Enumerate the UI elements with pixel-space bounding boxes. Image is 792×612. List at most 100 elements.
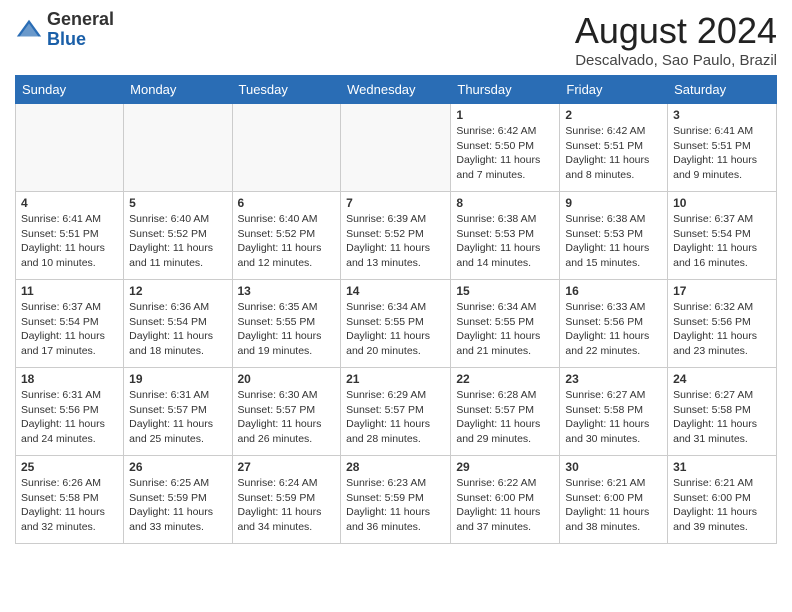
day-info-line: and 17 minutes. xyxy=(21,345,96,357)
day-info-line: Sunset: 5:56 PM xyxy=(21,404,99,416)
day-info: Sunrise: 6:31 AMSunset: 5:57 PMDaylight:… xyxy=(129,388,226,447)
day-info-line: Sunset: 5:52 PM xyxy=(129,228,207,240)
weekday-header-saturday: Saturday xyxy=(668,76,777,104)
day-info-line: Sunrise: 6:36 AM xyxy=(129,301,209,313)
day-info-line: Sunset: 5:59 PM xyxy=(238,492,316,504)
day-info-line: and 9 minutes. xyxy=(673,169,742,181)
calendar-cell: 11Sunrise: 6:37 AMSunset: 5:54 PMDayligh… xyxy=(16,280,124,368)
day-info-line: and 19 minutes. xyxy=(238,345,313,357)
day-info-line: Sunrise: 6:23 AM xyxy=(346,477,426,489)
day-info-line: Daylight: 11 hours xyxy=(238,506,322,518)
day-info-line: and 30 minutes. xyxy=(565,433,640,445)
calendar-cell: 6Sunrise: 6:40 AMSunset: 5:52 PMDaylight… xyxy=(232,192,341,280)
day-info-line: Sunrise: 6:34 AM xyxy=(346,301,426,313)
day-number: 2 xyxy=(565,108,662,122)
day-info-line: Daylight: 11 hours xyxy=(456,154,540,166)
day-info-line: Daylight: 11 hours xyxy=(673,154,757,166)
calendar-cell: 18Sunrise: 6:31 AMSunset: 5:56 PMDayligh… xyxy=(16,368,124,456)
calendar-cell: 19 Sunrise: 6:31 AMSunset: 5:57 PMDayligh… xyxy=(124,368,232,456)
weekday-header-friday: Friday xyxy=(560,76,668,104)
calendar-cell: 15Sunrise: 6:34 AMSunset: 5:55 PMDayligh… xyxy=(451,280,560,368)
day-info: Sunrise: 6:23 AMSunset: 5:59 PMDaylight:… xyxy=(346,476,445,535)
day-info-line: Daylight: 11 hours xyxy=(346,330,430,342)
day-info: Sunrise: 6:36 AMSunset: 5:54 PMDaylight:… xyxy=(129,300,226,359)
day-info-line: Sunset: 6:00 PM xyxy=(565,492,643,504)
day-info-line: Sunrise: 6:38 AM xyxy=(456,213,536,225)
day-info-line: Sunset: 5:50 PM xyxy=(456,140,534,152)
calendar-cell xyxy=(341,104,451,192)
day-info-line: Sunset: 5:52 PM xyxy=(346,228,424,240)
calendar-cell: 8Sunrise: 6:38 AMSunset: 5:53 PMDaylight… xyxy=(451,192,560,280)
day-info-line: and 10 minutes. xyxy=(21,257,96,269)
day-info-line: and 24 minutes. xyxy=(21,433,96,445)
calendar-cell: 25Sunrise: 6:26 AMSunset: 5:58 PMDayligh… xyxy=(16,456,124,544)
day-number: 31 xyxy=(673,460,771,474)
day-info: Sunrise: 6:34 AM Sunset: 5:55 PM Daylight:… xyxy=(346,300,445,359)
day-info-line: Sunrise: 6:37 AM xyxy=(673,213,753,225)
day-info-line: Sunset: 5:55 PM xyxy=(346,316,424,328)
day-info-line: Sunrise: 6:37 AM xyxy=(21,301,101,313)
logo: General Blue xyxy=(15,10,114,50)
weekday-header-thursday: Thursday xyxy=(451,76,560,104)
calendar-cell xyxy=(232,104,341,192)
calendar-cell: 31Sunrise: 6:21 AMSunset: 6:00 PMDayligh… xyxy=(668,456,777,544)
day-info-line: Sunset: 5:51 PM xyxy=(565,140,643,152)
day-info-line: Daylight: 11 hours xyxy=(21,242,105,254)
day-info: Sunrise: 6:22 AMSunset: 6:00 PMDaylight:… xyxy=(456,476,554,535)
day-info-line: Sunset: 5:57 PM xyxy=(238,404,316,416)
calendar-cell: 26Sunrise: 6:25 AMSunset: 5:59 PMDayligh… xyxy=(124,456,232,544)
calendar-cell: 1 Sunrise: 6:42 AM Sunset: 5:50 PM Daylight… xyxy=(451,104,560,192)
day-info-line: and 36 minutes. xyxy=(346,521,421,533)
day-info: Sunrise: 6:33 AMSunset: 5:56 PMDaylight:… xyxy=(565,300,662,359)
calendar-cell: 17Sunrise: 6:32 AMSunset: 5:56 PMDayligh… xyxy=(668,280,777,368)
day-info-line: Sunrise: 6:42 AM xyxy=(456,125,536,137)
week-row-2: 4Sunrise: 6:41 AMSunset: 5:51 PMDaylight… xyxy=(16,192,777,280)
day-info-line: and 34 minutes. xyxy=(238,521,313,533)
day-number: 23 xyxy=(565,372,662,386)
day-number: 16 xyxy=(565,284,662,298)
day-info-line: Daylight: 11 hours xyxy=(129,506,213,518)
day-info-line: Sunrise: 6:40 AM xyxy=(129,213,209,225)
day-info-line: Sunset: 5:51 PM xyxy=(673,140,751,152)
day-number: 1 xyxy=(456,108,554,122)
day-info-line: Daylight: 11 hours xyxy=(21,418,105,430)
logo-icon xyxy=(15,16,43,44)
day-info-line: Sunrise: 6:41 AM xyxy=(673,125,753,137)
calendar-cell xyxy=(16,104,124,192)
day-info-line: Sunrise: 6:27 AM xyxy=(565,389,645,401)
day-info-line: Sunset: 5:54 PM xyxy=(129,316,207,328)
day-info: Sunrise: 6:40 AMSunset: 5:52 PMDaylight:… xyxy=(129,212,226,271)
day-info-line: Daylight: 11 hours xyxy=(21,506,105,518)
day-info-line: Sunset: 5:57 PM xyxy=(346,404,424,416)
day-info-line: Sunrise: 6:38 AM xyxy=(565,213,645,225)
day-info-line: Daylight: 11 hours xyxy=(673,242,757,254)
day-info-line: and 26 minutes. xyxy=(238,433,313,445)
day-number: 22 xyxy=(456,372,554,386)
calendar-cell: 22Sunrise: 6:28 AMSunset: 5:57 PMDayligh… xyxy=(451,368,560,456)
day-info-line: Daylight: 11 hours xyxy=(456,330,540,342)
day-number: 3 xyxy=(673,108,771,122)
day-info-line: Sunset: 6:00 PM xyxy=(673,492,751,504)
day-number: 29 xyxy=(456,460,554,474)
day-info: Sunrise: 6:37 AMSunset: 5:54 PMDaylight:… xyxy=(673,212,771,271)
day-info: Sunrise: 6:21 AMSunset: 6:00 PMDaylight:… xyxy=(565,476,662,535)
day-info-line: and 21 minutes. xyxy=(456,345,531,357)
day-info-line: Sunrise: 6:34 AM xyxy=(456,301,536,313)
day-number: 19 xyxy=(129,372,226,386)
day-number: 26 xyxy=(129,460,226,474)
day-info-line: and 20 minutes. xyxy=(346,345,421,357)
day-info-line: Daylight: 11 hours xyxy=(565,418,649,430)
day-info-line: Daylight: 11 hours xyxy=(456,506,540,518)
day-info-line: Sunset: 5:51 PM xyxy=(21,228,99,240)
calendar-cell: 21Sunrise: 6:29 AMSunset: 5:57 PMDayligh… xyxy=(341,368,451,456)
day-info: Sunrise: 6:41 AMSunset: 5:51 PMDaylight:… xyxy=(21,212,118,271)
day-info-line: Daylight: 11 hours xyxy=(673,330,757,342)
day-info-line: Sunrise: 6:42 AM xyxy=(565,125,645,137)
day-info-line: Sunset: 5:55 PM xyxy=(238,316,316,328)
day-number: 12 xyxy=(129,284,226,298)
calendar-cell: 10Sunrise: 6:37 AMSunset: 5:54 PMDayligh… xyxy=(668,192,777,280)
day-info: Sunrise: 6:42 AMSunset: 5:51 PMDaylight:… xyxy=(565,124,662,183)
day-info-line: Sunset: 5:56 PM xyxy=(673,316,751,328)
logo-text: General Blue xyxy=(47,10,114,50)
day-info-line: Sunrise: 6:40 AM xyxy=(238,213,318,225)
